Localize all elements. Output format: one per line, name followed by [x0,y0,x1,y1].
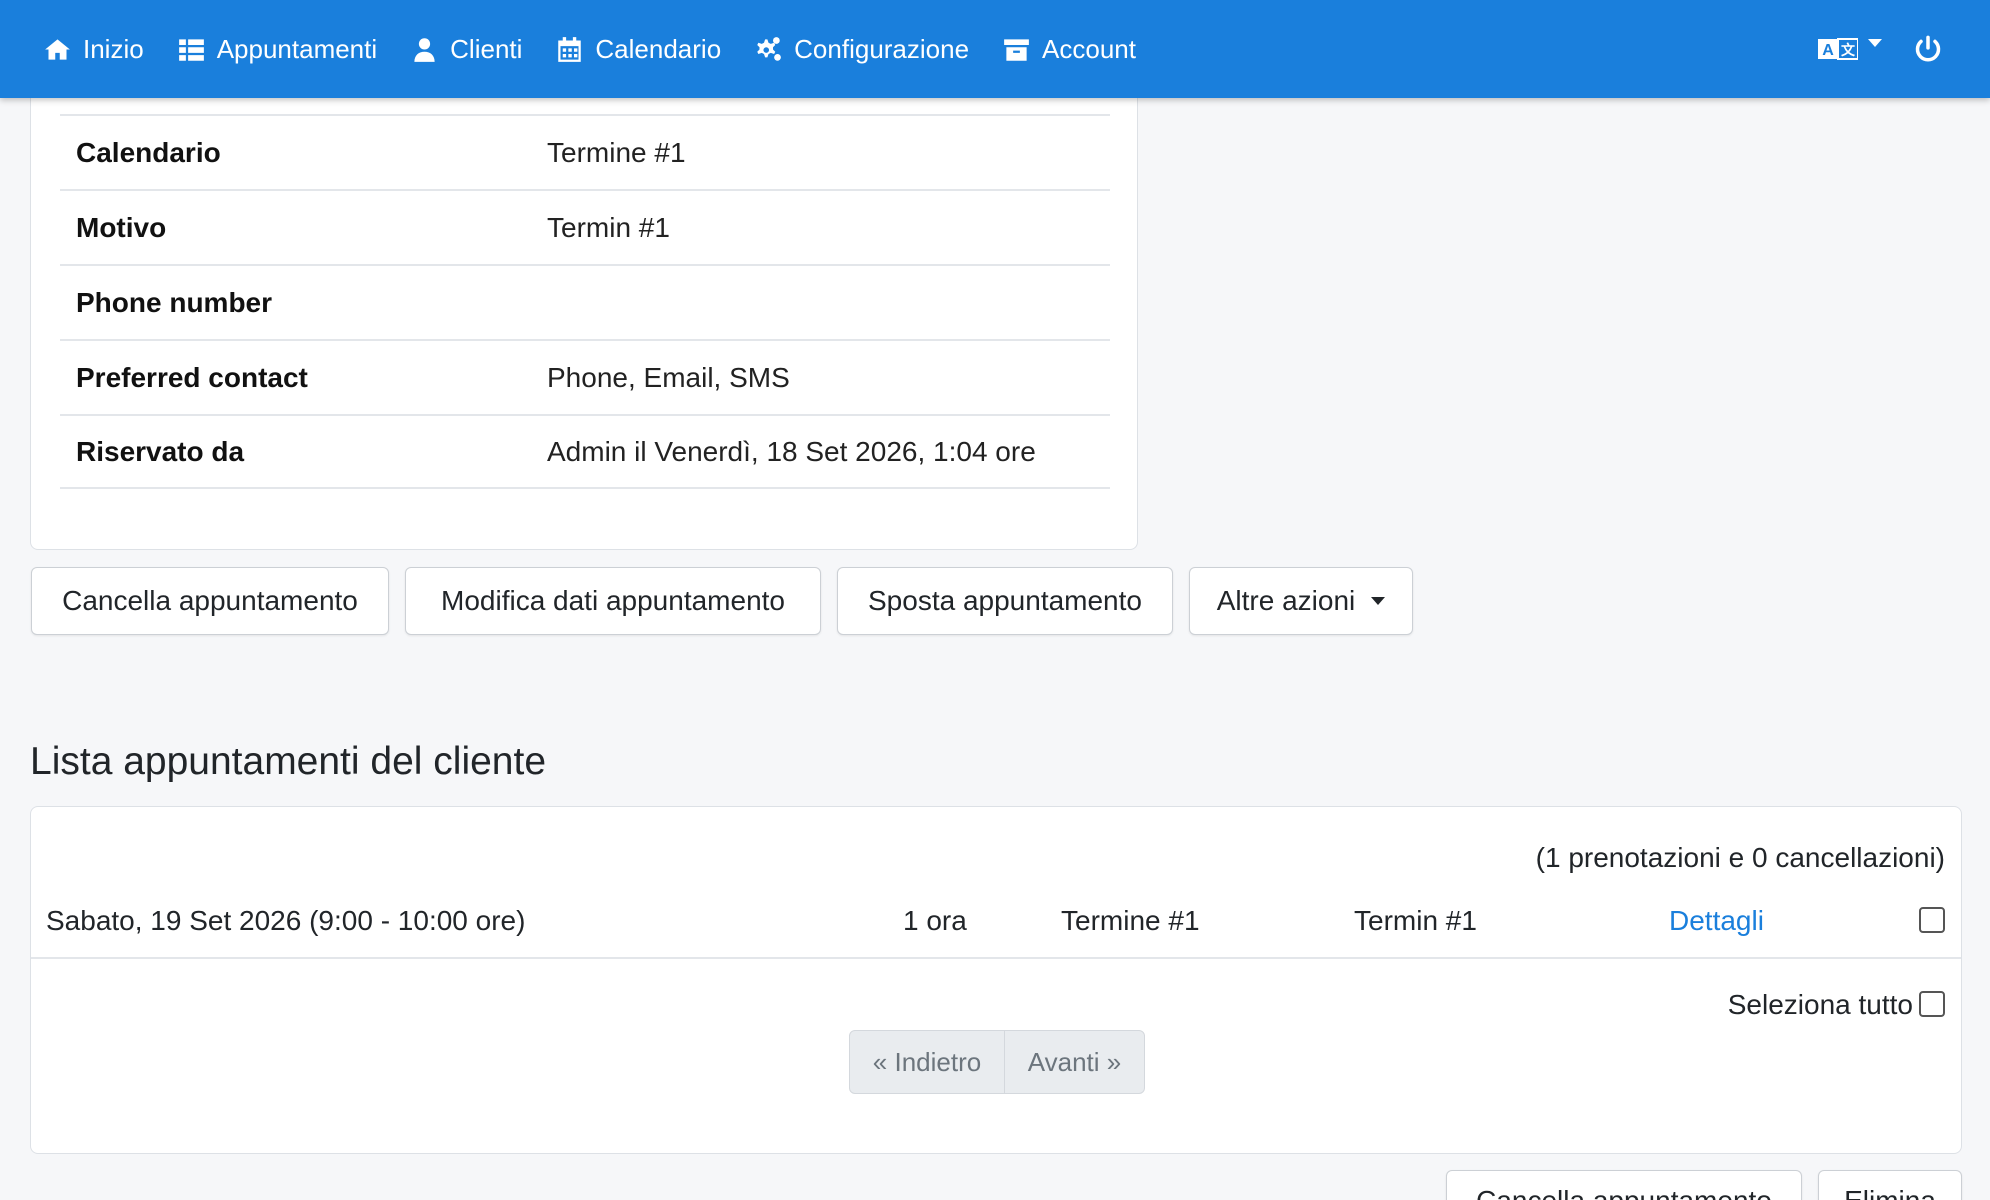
section-title: Lista appuntamenti del cliente [30,740,547,783]
nav-menu: Inizio Appuntamenti Clienti Calendario C… [44,0,1170,98]
detail-value: Admin il Venerdì, 18 Set 2026, 1:04 ore [547,435,1036,467]
detail-label: Preferred contact [76,361,308,393]
svg-text:文: 文 [1841,42,1856,59]
nav-item-label: Inizio [83,33,144,64]
pagination: « Indietro Avanti » [849,1030,1145,1094]
nav-item-calendario[interactable]: Calendario [556,0,721,98]
nav-item-appuntamenti[interactable]: Appuntamenti [178,0,377,98]
customer-appointments-card: (1 prenotazioni e 0 cancellazioni) Sabat… [30,806,1962,1154]
detail-row-motivo: Motivo Termin #1 [60,189,1110,264]
table-row: Sabato, 19 Set 2026 (9:00 - 10:00 ore) 1… [31,897,1961,959]
appointment-calendar: Termine #1 [1061,905,1200,936]
nav-item-label: Calendario [595,33,722,64]
cancel-appointment-button[interactable]: Cancella appuntamento [31,567,389,635]
user-icon [414,37,435,62]
edit-appointment-button[interactable]: Modifica dati appuntamento [405,567,821,635]
detail-row-riservato-da: Riservato da Admin il Venerdì, 18 Set 20… [60,414,1110,489]
caret-down-icon [1371,597,1386,605]
nav-item-label: Account [1042,33,1136,64]
appointment-datetime: Sabato, 19 Set 2026 (9:00 - 10:00 ore) [46,905,526,936]
detail-label: Phone number [76,286,273,318]
home-icon [45,38,70,60]
appointment-duration: 1 ora [903,905,967,936]
list-icon [178,38,204,61]
details-link[interactable]: Dettagli [1669,905,1764,937]
detail-label: Calendario [76,136,221,168]
caret-down-icon [1868,39,1882,47]
next-page-button[interactable]: Avanti » [1005,1031,1144,1093]
nav-item-inizio[interactable]: Inizio [44,0,144,98]
top-navbar: Inizio Appuntamenti Clienti Calendario C… [0,0,1990,98]
logout-button[interactable] [1914,35,1942,63]
row-checkbox[interactable] [1919,907,1945,933]
select-all-label: Seleziona tutto [1727,989,1913,1020]
nav-item-clienti[interactable]: Clienti [411,0,522,98]
svg-text:A: A [1822,42,1834,59]
gears-icon [757,36,782,61]
nav-item-configurazione[interactable]: Configurazione [755,0,969,98]
delete-button[interactable]: Elimina [1818,1170,1962,1200]
detail-row-calendario: Calendario Termine #1 [60,114,1110,189]
language-icon: A 文 [1818,38,1858,60]
nav-item-label: Appuntamenti [216,33,378,64]
move-appointment-button[interactable]: Sposta appuntamento [837,567,1173,635]
power-icon [1915,35,1941,62]
prev-page-button[interactable]: « Indietro [850,1031,1005,1093]
more-actions-dropdown[interactable]: Altre azioni [1189,567,1413,635]
language-dropdown[interactable]: A 文 [1818,37,1882,61]
detail-value: Termine #1 [547,136,686,168]
nav-item-label: Clienti [450,33,523,64]
appointments-summary: (1 prenotazioni e 0 cancellazioni) [1535,842,1945,873]
detail-label: Riservato da [76,435,245,467]
appointment-details-card: Calendario Termine #1 Motivo Termin #1 P… [30,60,1138,550]
appointment-reason: Termin #1 [1354,905,1477,936]
select-all-checkbox[interactable] [1919,991,1945,1017]
nav-right: A 文 [1818,0,1990,98]
cancel-appointments-button[interactable]: Cancella appuntamento [1446,1170,1802,1200]
more-actions-label: Altre azioni [1216,585,1356,616]
detail-row-preferred-contact: Preferred contact Phone, Email, SMS [60,339,1110,414]
nav-item-label: Configurazione [794,33,970,64]
detail-row-phone: Phone number [60,264,1110,339]
detail-value: Termin #1 [547,211,670,243]
detail-label: Motivo [76,211,167,243]
calendar-icon [558,36,582,62]
nav-item-account[interactable]: Account [1003,0,1136,98]
detail-value: Phone, Email, SMS [547,361,790,393]
archive-icon [1004,38,1029,61]
